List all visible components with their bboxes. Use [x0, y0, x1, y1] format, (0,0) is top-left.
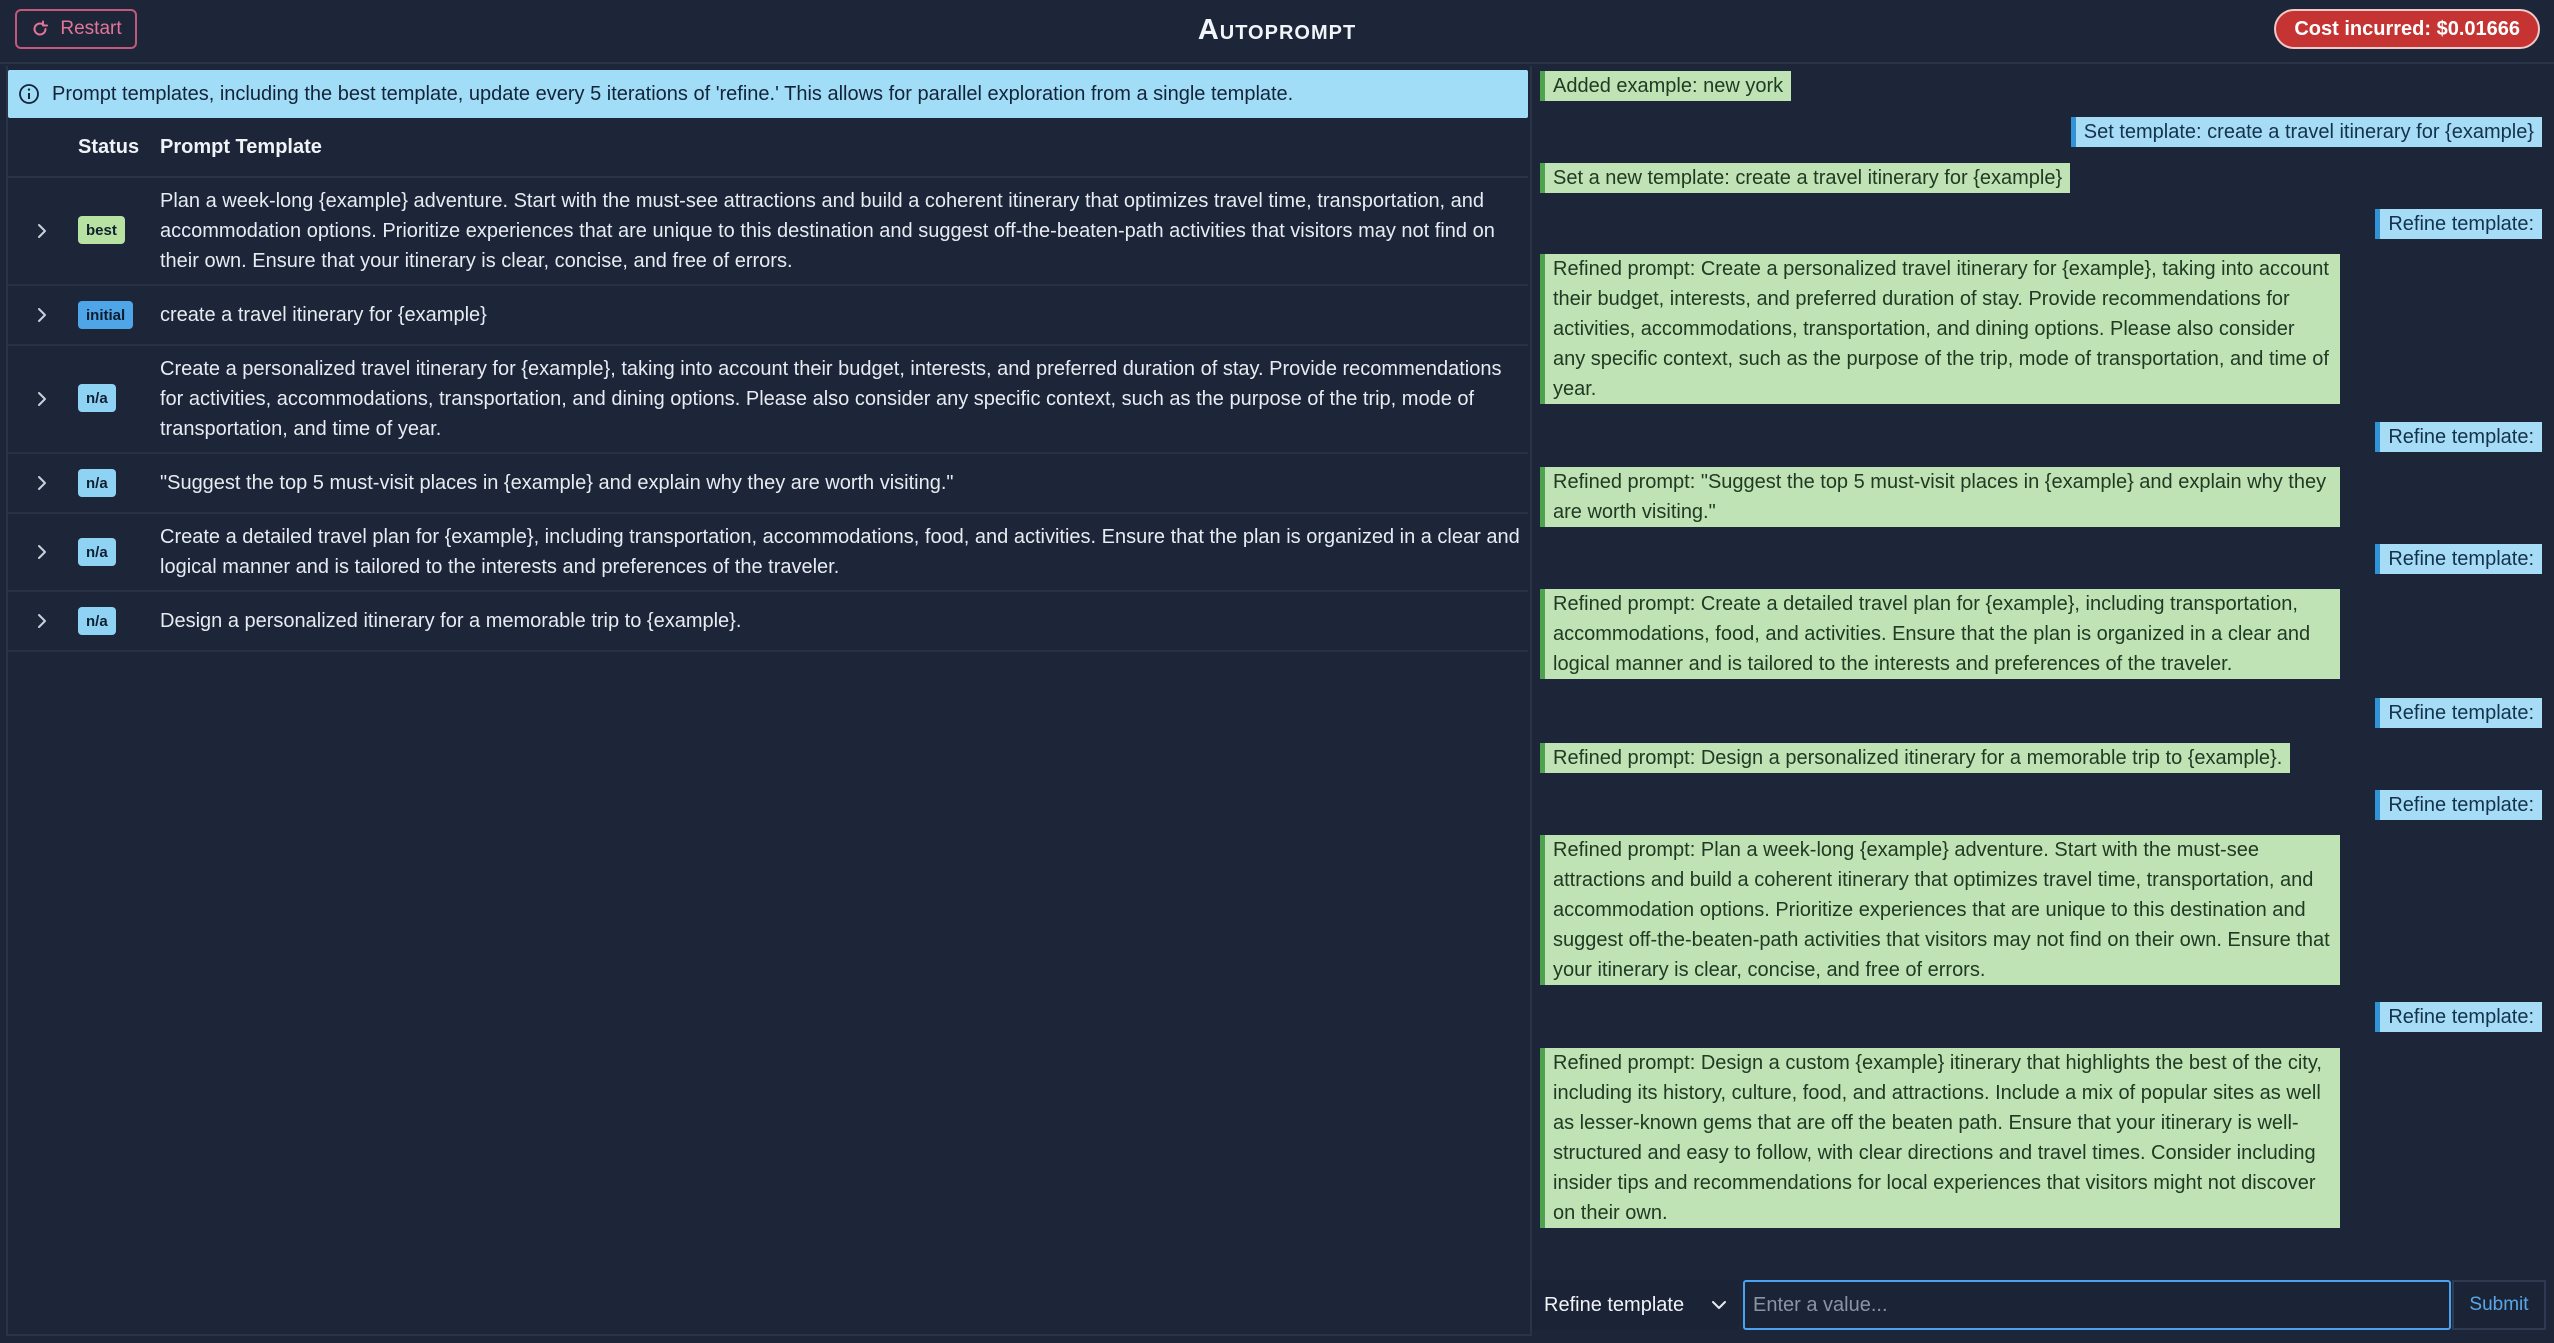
system-message: Refined prompt: Design a personalized it…: [1540, 743, 2291, 773]
status-badge: n/a: [78, 384, 116, 412]
templates-table: Status Prompt Template best Plan a week-…: [8, 118, 1528, 652]
chevron-right-icon[interactable]: [32, 611, 52, 631]
template-text: "Suggest the top 5 must-visit places in …: [160, 472, 954, 494]
system-message: Set a new template: create a travel itin…: [1540, 163, 2071, 193]
info-banner-text: Prompt templates, including the best tem…: [52, 82, 1294, 105]
system-message: Refined prompt: Plan a week-long {exampl…: [1540, 835, 2340, 985]
status-column-header: Status: [78, 136, 140, 158]
chevron-down-icon: [1712, 1301, 1726, 1309]
user-message: Refine template:: [2375, 209, 2542, 239]
action-select[interactable]: Refine template: [1532, 1280, 1739, 1330]
user-message: Refine template:: [2375, 790, 2542, 820]
user-message: Refine template:: [2375, 1002, 2542, 1032]
cost-badge: Cost incurred: $0.01666: [2274, 9, 2540, 49]
value-input[interactable]: [1743, 1280, 2451, 1330]
status-badge: n/a: [78, 469, 116, 497]
user-message: Refine template:: [2375, 422, 2542, 452]
chevron-right-icon[interactable]: [32, 305, 52, 325]
system-message: Refined prompt: Design a custom {example…: [1540, 1048, 2340, 1228]
templates-panel: Prompt templates, including the best tem…: [6, 66, 1532, 1336]
chevron-right-icon[interactable]: [32, 389, 52, 409]
chevron-right-icon[interactable]: [32, 473, 52, 493]
info-icon: [19, 84, 39, 104]
template-text: Plan a week-long {example} adventure. St…: [160, 190, 1495, 272]
template-text: Create a personalized travel itinerary f…: [160, 358, 1502, 440]
app-title: Autoprompt: [1197, 14, 1357, 46]
input-bar: Refine template Submit: [1530, 1278, 2554, 1334]
status-badge: n/a: [78, 538, 116, 566]
system-message: Refined prompt: Create a detailed travel…: [1540, 589, 2340, 679]
chevron-right-icon[interactable]: [32, 221, 52, 241]
user-message: Refine template:: [2375, 544, 2542, 574]
system-message: Refined prompt: "Suggest the top 5 must-…: [1540, 467, 2340, 527]
submit-button[interactable]: Submit: [2452, 1280, 2546, 1330]
system-message: Refined prompt: Create a personalized tr…: [1540, 254, 2340, 404]
table-row[interactable]: n/a Create a detailed travel plan for {e…: [8, 514, 1528, 592]
table-row[interactable]: n/a Design a personalized itinerary for …: [8, 592, 1528, 652]
table-row[interactable]: best Plan a week-long {example} adventur…: [8, 178, 1528, 286]
user-message: Refine template:: [2375, 698, 2542, 728]
user-message: Set template: create a travel itinerary …: [2070, 117, 2542, 147]
table-row[interactable]: initial create a travel itinerary for {e…: [8, 286, 1528, 346]
app-header: Restart Autoprompt Cost incurred: $0.016…: [0, 0, 2554, 64]
template-text: create a travel itinerary for {example}: [160, 304, 487, 326]
info-banner: Prompt templates, including the best tem…: [8, 70, 1528, 118]
status-badge: best: [78, 216, 125, 244]
chat-log: Added example: new york Set template: cr…: [1530, 66, 2554, 1334]
status-badge: initial: [78, 301, 134, 329]
table-header: Status Prompt Template: [8, 118, 1528, 178]
status-badge: n/a: [78, 607, 116, 635]
action-select-value: Refine template: [1544, 1293, 1685, 1316]
chevron-right-icon[interactable]: [32, 542, 52, 562]
system-message: Added example: new york: [1540, 71, 1792, 101]
template-text: Design a personalized itinerary for a me…: [160, 610, 742, 632]
table-row[interactable]: n/a "Suggest the top 5 must-visit places…: [8, 454, 1528, 514]
table-row[interactable]: n/a Create a personalized travel itinera…: [8, 346, 1528, 454]
template-text: Create a detailed travel plan for {examp…: [160, 526, 1520, 578]
template-column-header: Prompt Template: [160, 136, 322, 158]
